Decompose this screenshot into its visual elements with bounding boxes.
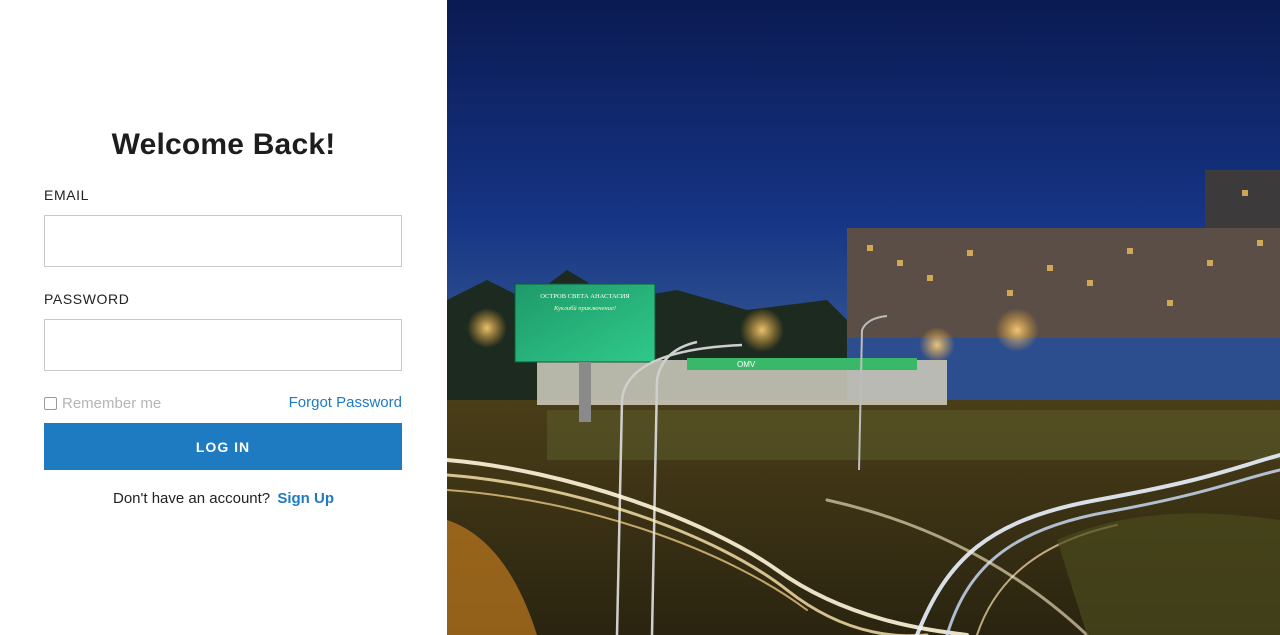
email-label: EMAIL [44, 187, 90, 203]
billboard-line-1: ОСТРОВ СВЕТА АНАСТАСИЯ [540, 293, 630, 300]
apartment-block [847, 228, 1280, 338]
remember-me-row[interactable]: Remember me [44, 395, 161, 412]
page-title: Welcome Back! [111, 128, 336, 161]
login-panel: Welcome Back! EMAIL PASSWORD Remember me… [0, 0, 447, 635]
remember-me-checkbox[interactable] [44, 397, 57, 410]
login-button[interactable]: LOG IN [44, 423, 402, 470]
password-label: PASSWORD [44, 291, 130, 307]
station-sign: OMV [737, 360, 756, 369]
signup-link[interactable]: Sign Up [277, 490, 334, 507]
signup-prompt-text: Don't have an account? [113, 490, 271, 507]
hero-image: OMV ОСТРОВ СВЕТА АНАСТАСИЯ Куклибй прикл… [447, 0, 1280, 635]
email-field[interactable] [44, 215, 402, 267]
billboard-line-2: Куклибй приключение! [553, 305, 616, 312]
signup-prompt-row: Don't have an account? Sign Up [0, 490, 447, 507]
remember-me-label: Remember me [62, 395, 162, 412]
forgot-password-link[interactable]: Forgot Password [289, 394, 402, 411]
password-field[interactable] [44, 319, 402, 371]
night-city-photo: OMV ОСТРОВ СВЕТА АНАСТАСИЯ Куклибй прикл… [447, 0, 1280, 635]
